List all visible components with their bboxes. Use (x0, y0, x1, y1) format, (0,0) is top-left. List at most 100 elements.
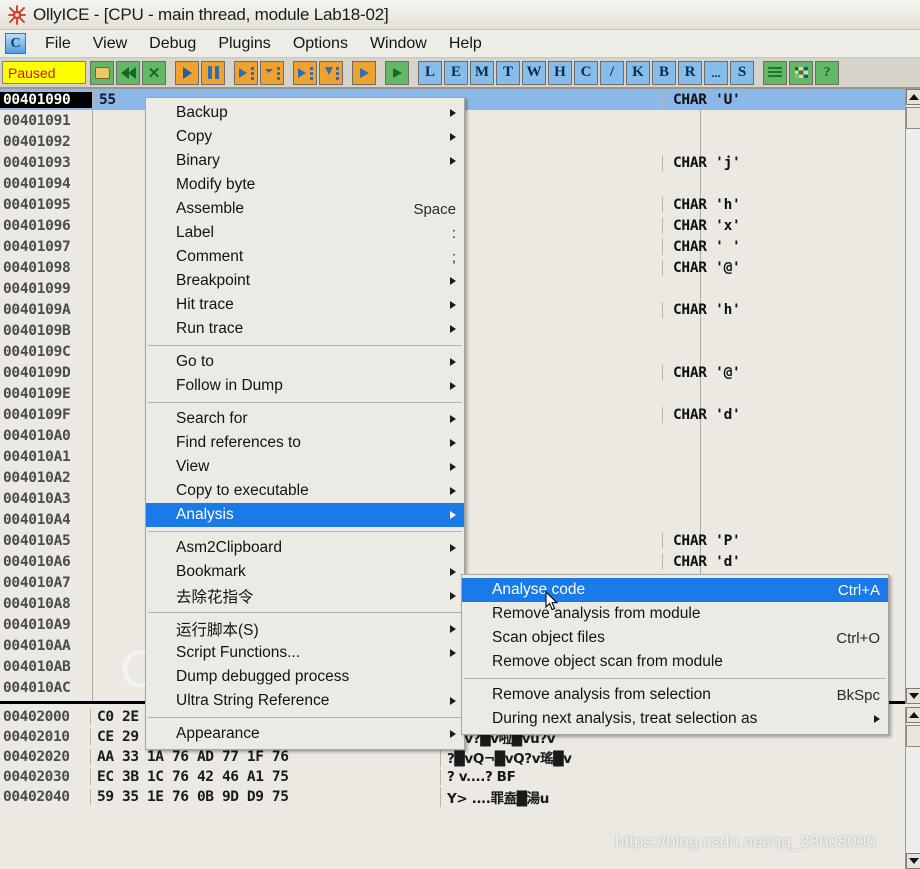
status-badge: Paused (2, 61, 86, 84)
menu-item-analysis[interactable]: Analysis (146, 503, 464, 527)
animate-over-icon[interactable] (319, 60, 343, 85)
menu-item-file[interactable]: File (34, 34, 82, 54)
menu-item-view[interactable]: View (146, 455, 464, 479)
submenu-arrow-icon (450, 592, 456, 600)
system-menu-icon[interactable]: C (5, 33, 26, 54)
analysis-submenu[interactable]: Analyse code Ctrl+A Remove analysis from m… (461, 574, 889, 735)
menu-item-binary[interactable]: Binary (146, 149, 464, 173)
menu-item-backup[interactable]: Backup (146, 101, 464, 125)
menu-item-dump-debugged-process[interactable]: Dump debugged process (146, 665, 464, 689)
toolbar-button-slash[interactable]: / (600, 60, 624, 85)
toolbar-button-ellipsis[interactable]: ... (704, 60, 728, 85)
menu-item-bookmark[interactable]: Bookmark (146, 560, 464, 584)
menu-item-options[interactable]: Options (282, 34, 359, 54)
menu-item-s[interactable]: 运行脚本(S) (146, 617, 464, 641)
toolbar-button-L[interactable]: L (418, 60, 442, 85)
menu-item-accelerator: BkSpc (836, 686, 880, 704)
menu-item-remove-object-scan-from-module[interactable]: Remove object scan from module (462, 650, 888, 674)
menu-separator (464, 678, 886, 679)
menu-item-search-for[interactable]: Search for (146, 407, 464, 431)
menu-item-copy[interactable]: Copy (146, 125, 464, 149)
menu-item-appearance[interactable]: Appearance (146, 722, 464, 746)
menu-item-plugins[interactable]: Plugins (207, 34, 281, 54)
trace-into-icon[interactable] (385, 60, 409, 85)
scroll-up-button[interactable] (906, 89, 920, 105)
dump-scrollbar[interactable] (905, 707, 920, 869)
menu-item-help[interactable]: Help (438, 34, 493, 54)
dump-row[interactable]: 00402030 EC 3B 1C 76 42 46 A1 75? v....? … (0, 767, 905, 787)
step-over-icon[interactable] (260, 60, 284, 85)
close-program-icon[interactable]: ✕ (142, 60, 166, 85)
menu-item-label: View (176, 458, 210, 475)
menu-item-follow-in-dump[interactable]: Follow in Dump (146, 374, 464, 398)
menu-item-debug[interactable]: Debug (138, 34, 207, 54)
dump-hex-bytes: AA 33 1A 76 AD 77 1F 76 (90, 749, 440, 765)
menu-item-window[interactable]: Window (359, 34, 438, 54)
menu-item-hit-trace[interactable]: Hit trace (146, 293, 464, 317)
menu-item-view[interactable]: View (82, 34, 138, 54)
ollyice-window: OllyICE - [CPU - main thread, module Lab… (0, 0, 920, 869)
menu-item-ultra-string-reference[interactable]: Ultra String Reference (146, 689, 464, 713)
toolbar-button-K[interactable]: K (626, 60, 650, 85)
dump-scroll-thumb[interactable] (906, 725, 920, 747)
pause-icon[interactable] (201, 60, 225, 85)
toolbar-button-T[interactable]: T (496, 60, 520, 85)
menu-separator (148, 612, 462, 613)
dump-scroll-down-button[interactable] (906, 853, 920, 869)
toolbar-button-C[interactable]: C (574, 60, 598, 85)
run-icon[interactable] (175, 60, 199, 85)
submenu-arrow-icon (450, 439, 456, 447)
appearance-icon[interactable] (789, 60, 813, 85)
menu-item-modify-byte[interactable]: Modify byte (146, 173, 464, 197)
toolbar-button-W[interactable]: W (522, 60, 546, 85)
dump-row[interactable]: 00402020 AA 33 1A 76 AD 77 1F 76 ?█vQ¬█vQ?… (0, 747, 905, 767)
disassembly-address: 0040109E (3, 385, 71, 402)
menu-item-find-references-to[interactable]: Find references to (146, 431, 464, 455)
open-file-icon[interactable] (90, 60, 114, 85)
menu-item-assemble[interactable]: Assemble Space (146, 197, 464, 221)
menu-item-asm2clipboard[interactable]: Asm2Clipboard (146, 536, 464, 560)
help-icon[interactable]: ? (815, 60, 839, 85)
menu-item-label[interactable]: Label: (146, 221, 464, 245)
execute-till-return-icon[interactable] (352, 60, 376, 85)
toolbar-button-M[interactable]: M (470, 60, 494, 85)
toolbar-button-E[interactable]: E (444, 60, 468, 85)
disassembly-address: 004010A8 (3, 595, 71, 612)
animate-into-icon[interactable] (293, 60, 317, 85)
menu-item-copy-to-executable[interactable]: Copy to executable (146, 479, 464, 503)
menu-item-remove-analysis-from-selection[interactable]: Remove analysis from selection BkSpc (462, 683, 888, 707)
restart-icon[interactable] (116, 60, 140, 85)
context-menu[interactable]: Backup Copy Binary Modify byte Assemble Space… (145, 97, 465, 750)
toolbar-button-S[interactable]: S (730, 60, 754, 85)
toolbar-button-B[interactable]: B (652, 60, 676, 85)
disassembly-address: 0040109D (3, 364, 71, 381)
toolbar-button-W-label: W (526, 64, 542, 80)
menu-item-breakpoint[interactable]: Breakpoint (146, 269, 464, 293)
menu-item-script-functions[interactable]: Script Functions... (146, 641, 464, 665)
dump-row[interactable]: 00402040 59 35 1E 76 0B 9D D9 75 Y> ....罪盍… (0, 787, 905, 807)
menu-item-[interactable]: 去除花指令 (146, 584, 464, 608)
toolbar-button-R[interactable]: R (678, 60, 702, 85)
menu-item-analyse-code[interactable]: Analyse code Ctrl+A (462, 578, 888, 602)
menu-item-run-trace[interactable]: Run trace (146, 317, 464, 341)
menu-item-during-next-analysis-treat-selection-as[interactable]: During next analysis, treat selection as (462, 707, 888, 731)
menu-item-go-to[interactable]: Go to (146, 350, 464, 374)
toolbar-button-ellipsis-label: ... (711, 65, 721, 80)
menu-item-remove-analysis-from-module[interactable]: Remove analysis from module (462, 602, 888, 626)
menu-item-comment[interactable]: Comment; (146, 245, 464, 269)
menu-separator (148, 531, 462, 532)
menu-item-label: Remove object scan from module (492, 653, 723, 670)
dump-scroll-up-button[interactable] (906, 707, 920, 723)
toolbar-button-H[interactable]: H (548, 60, 572, 85)
disassembly-scrollbar[interactable] (905, 89, 920, 704)
options-list-icon[interactable] (763, 60, 787, 85)
toolbar-button-B-label: B (658, 64, 669, 80)
menu-item-scan-object-files[interactable]: Scan object files Ctrl+O (462, 626, 888, 650)
menu-item-label: 运行脚本(S) (176, 622, 259, 639)
menu-item-label: Comment (176, 248, 244, 265)
scroll-thumb[interactable] (906, 107, 920, 129)
scroll-down-button[interactable] (906, 688, 920, 704)
submenu-arrow-icon (450, 487, 456, 495)
step-into-icon[interactable] (234, 60, 258, 85)
disassembly-address: 00401094 (3, 175, 71, 192)
